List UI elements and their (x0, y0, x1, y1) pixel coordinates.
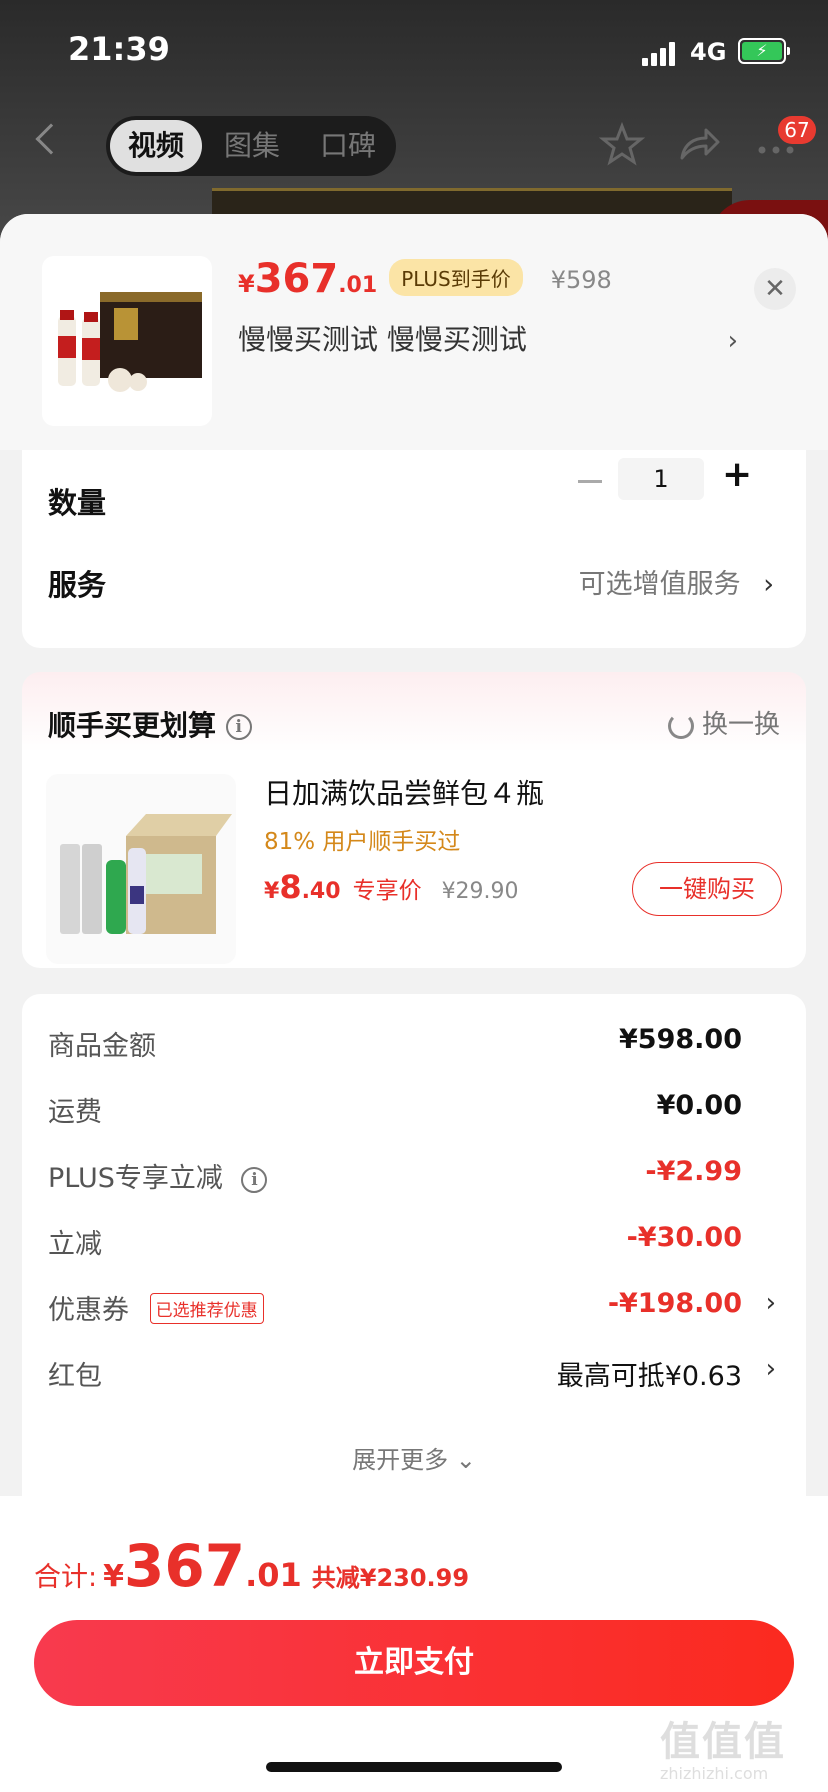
tab-gallery[interactable]: 图集 (206, 120, 298, 172)
swap-button[interactable]: 换一换 (667, 704, 780, 741)
summary-value: 最高可抵¥0.63 (556, 1361, 742, 1392)
refresh-icon (667, 712, 694, 739)
plus-price-badge: PLUS到手价 (389, 259, 523, 296)
message-count-badge: 67 (778, 116, 816, 144)
addon-price-tag: 专享价 (352, 878, 422, 904)
summary-value: ¥0.00 (656, 1090, 742, 1121)
summary-row-shipping: 运费 ¥0.00 (22, 1082, 806, 1132)
coupon-tag: 已选推荐优惠 (149, 1293, 264, 1324)
expand-more-label: 展开更多 (352, 1446, 449, 1474)
variant-selector[interactable]: 慢慢买测试 慢慢买测试 › (238, 318, 748, 368)
info-icon[interactable]: i (241, 1166, 268, 1193)
home-indicator (266, 1762, 562, 1772)
site-watermark: 值值值 zhizhizhi.com (660, 1722, 786, 1782)
summary-row-instant-discount: 立减 -¥30.00 (22, 1214, 806, 1264)
swap-label: 换一换 (701, 710, 780, 740)
order-total: 合计: ¥ 367 .01 共减¥230.99 (34, 1532, 469, 1600)
addon-price-integer: 8 (279, 868, 302, 906)
quantity-increase-button[interactable]: + (722, 454, 752, 495)
addon-section-title: 顺手买更划算 i (48, 704, 252, 744)
total-savings: 共减¥230.99 (311, 1564, 470, 1592)
pay-now-button[interactable]: 立即支付 (34, 1620, 794, 1706)
original-price: ¥598 (550, 266, 612, 294)
status-bar: 21:39 4G ⚡ (0, 0, 828, 100)
price-integer: 367 (254, 256, 339, 302)
total-integer: 367 (123, 1532, 246, 1600)
watermark-main: 值值值 (660, 1719, 786, 1765)
chevron-right-icon: › (765, 1288, 776, 1318)
summary-value: -¥2.99 (645, 1156, 742, 1187)
summary-row-coupon[interactable]: 优惠券 已选推荐优惠 -¥198.00 › (22, 1280, 806, 1330)
price-currency: ¥ (238, 270, 255, 298)
service-label: 服务 (48, 568, 107, 602)
addon-original-price: ¥29.90 (441, 879, 519, 904)
summary-label-text: PLUS专享立减 (48, 1163, 223, 1194)
product-header: ¥ 367 .01 PLUS到手价 ¥598 慢慢买测试 慢慢买测试 › ✕ (0, 214, 828, 450)
summary-value: ¥598.00 (619, 1024, 742, 1055)
sale-price: ¥ 367 .01 PLUS到手价 ¥598 (238, 256, 612, 304)
summary-label: PLUS专享立减 i (48, 1156, 268, 1195)
addon-price-decimal: .40 (301, 879, 341, 904)
chevron-right-icon: › (727, 326, 738, 356)
chevron-down-icon: ⌄ (455, 1446, 476, 1474)
close-icon: ✕ (764, 274, 786, 304)
battery-icon: ⚡ (738, 38, 790, 64)
chevron-right-icon: › (765, 1354, 776, 1384)
signal-icon (642, 40, 682, 66)
addon-purchase-stat: 81% 用户顺手买过 (264, 829, 461, 855)
summary-row-plus-discount: PLUS专享立减 i -¥2.99 (22, 1148, 806, 1198)
media-tabs: 视频 图集 口碑 (106, 116, 396, 176)
summary-label: 运费 (48, 1097, 102, 1128)
addon-price: ¥ 8 .40 专享价 ¥29.90 (264, 868, 519, 906)
quantity-input[interactable]: 1 (618, 458, 704, 500)
close-button[interactable]: ✕ (754, 268, 796, 310)
addon-title-text: 顺手买更划算 (48, 709, 217, 742)
tab-video[interactable]: 视频 (110, 120, 202, 172)
status-time: 21:39 (68, 30, 170, 68)
summary-value: -¥30.00 (626, 1222, 742, 1253)
summary-label: 立减 (48, 1229, 102, 1260)
service-value: 可选增值服务 (578, 569, 741, 600)
expand-more-button[interactable]: 展开更多 ⌄ (22, 1440, 806, 1475)
summary-label: 优惠券 已选推荐优惠 (48, 1288, 264, 1327)
network-type: 4G (690, 38, 727, 66)
total-label: 合计: (34, 1562, 98, 1593)
price-decimal: .01 (338, 273, 378, 298)
variant-label: 慢慢买测试 慢慢买测试 (238, 323, 527, 356)
checkout-footer: 合计: ¥ 367 .01 共减¥230.99 立即支付 值值值 zhizhiz… (0, 1496, 828, 1792)
quantity-label: 数量 (48, 486, 107, 520)
price-summary-card: 商品金额 ¥598.00 运费 ¥0.00 PLUS专享立减 i -¥2.99 … (22, 994, 806, 1524)
product-thumbnail (42, 256, 212, 426)
total-currency: ¥ (103, 1559, 124, 1594)
chevron-right-icon: › (763, 569, 774, 600)
tab-reviews[interactable]: 口碑 (302, 120, 394, 172)
summary-label-text: 优惠券 (48, 1295, 129, 1326)
star-icon[interactable] (598, 120, 646, 168)
summary-label: 商品金额 (48, 1031, 156, 1062)
info-icon[interactable]: i (225, 714, 252, 740)
quantity-decrease-button[interactable] (578, 480, 602, 483)
addon-product-name[interactable]: 日加满饮品尝鲜包４瓶 (264, 772, 544, 812)
addon-price-currency: ¥ (264, 879, 280, 904)
summary-label: 红包 (48, 1361, 102, 1392)
addon-thumbnail[interactable] (46, 774, 236, 964)
watermark-sub: zhizhizhi.com (660, 1764, 769, 1783)
service-selector[interactable]: 可选增值服务 › (579, 562, 774, 601)
one-click-buy-button[interactable]: 一键购买 (632, 862, 782, 916)
total-decimal: .01 (245, 1556, 302, 1594)
summary-row-red-packet[interactable]: 红包 最高可抵¥0.63 › (22, 1346, 806, 1396)
share-icon[interactable] (674, 120, 722, 168)
addon-card: 顺手买更划算 i 换一换 日加满饮品尝鲜包４瓶 81% 用户顺手买过 ¥ 8 .… (22, 672, 806, 968)
summary-row-subtotal: 商品金额 ¥598.00 (22, 1016, 806, 1066)
summary-value: -¥198.00 (607, 1288, 742, 1319)
